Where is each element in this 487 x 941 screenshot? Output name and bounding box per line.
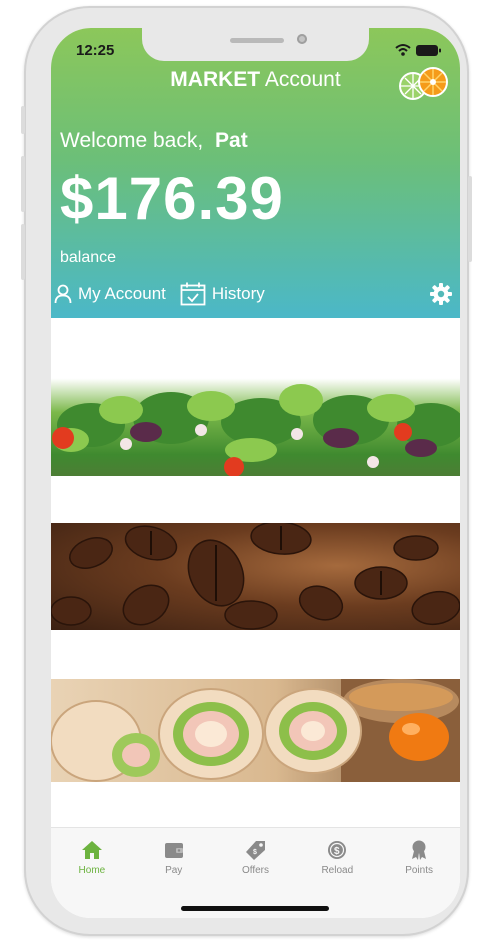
wraps-banner[interactable] [51,679,460,782]
coffee-beans-image [51,523,460,630]
front-camera [297,34,307,44]
tab-points-label: Points [405,865,433,876]
salad-image [52,384,460,476]
status-icons [395,44,441,56]
reload-coin-icon: $ [328,841,347,859]
welcome-message: Welcome back, Pat [60,129,248,153]
tab-offers-label: Offers [241,865,270,876]
tab-pay-label: Pay [165,865,183,876]
tab-home[interactable]: Home [51,828,133,918]
bottom-tab-bar: Home Pay $ Offers $ Reload Points [51,827,460,918]
user-icon [54,284,72,304]
home-indicator [181,906,329,911]
svg-text:$: $ [253,849,257,856]
home-icon [81,841,102,859]
wallet-icon [164,843,183,858]
tab-reload-label: Reload [321,865,354,876]
history-link[interactable]: History [180,282,265,306]
citrus-logo-icon [399,67,448,100]
tab-points[interactable]: Points [378,828,460,918]
my-account-label: My Account [78,284,166,303]
my-account-link[interactable]: My Account [54,284,166,304]
wifi-icon [395,44,411,56]
account-links: My Account History [54,282,279,306]
volume-up-button [21,156,25,212]
app-title-suffix: Account [264,68,341,91]
mute-switch [21,106,25,134]
app-title-brand: MARKET [170,68,261,91]
balance-amount: $176.39 [60,165,284,232]
wraps-image [51,679,460,782]
account-header: 12:25 MARKET Account Welcome back, Pat $… [51,28,460,318]
tag-icon: $ [246,841,266,860]
tab-reload[interactable]: $ Reload [296,828,378,918]
svg-text:$: $ [334,846,340,857]
tab-offers[interactable]: $ Offers [215,828,297,918]
calendar-check-icon [180,282,206,306]
volume-down-button [21,224,25,280]
balance-label: balance [60,249,117,266]
history-label: History [211,284,265,303]
settings-gear-icon[interactable] [429,282,453,306]
coffee-banner[interactable] [51,523,460,630]
user-name: Pat [215,129,248,152]
battery-icon [416,45,441,56]
welcome-text: Welcome back, [60,129,204,152]
status-time: 12:25 [76,42,115,59]
device-notch [142,28,369,61]
tab-pay[interactable]: Pay [133,828,215,918]
power-button [468,176,472,262]
salad-banner[interactable] [51,370,460,476]
tab-home-label: Home [78,865,106,876]
speaker-grille [230,38,284,43]
award-icon [412,840,427,860]
app-screen: 12:25 MARKET Account Welcome back, Pat $… [51,28,460,918]
